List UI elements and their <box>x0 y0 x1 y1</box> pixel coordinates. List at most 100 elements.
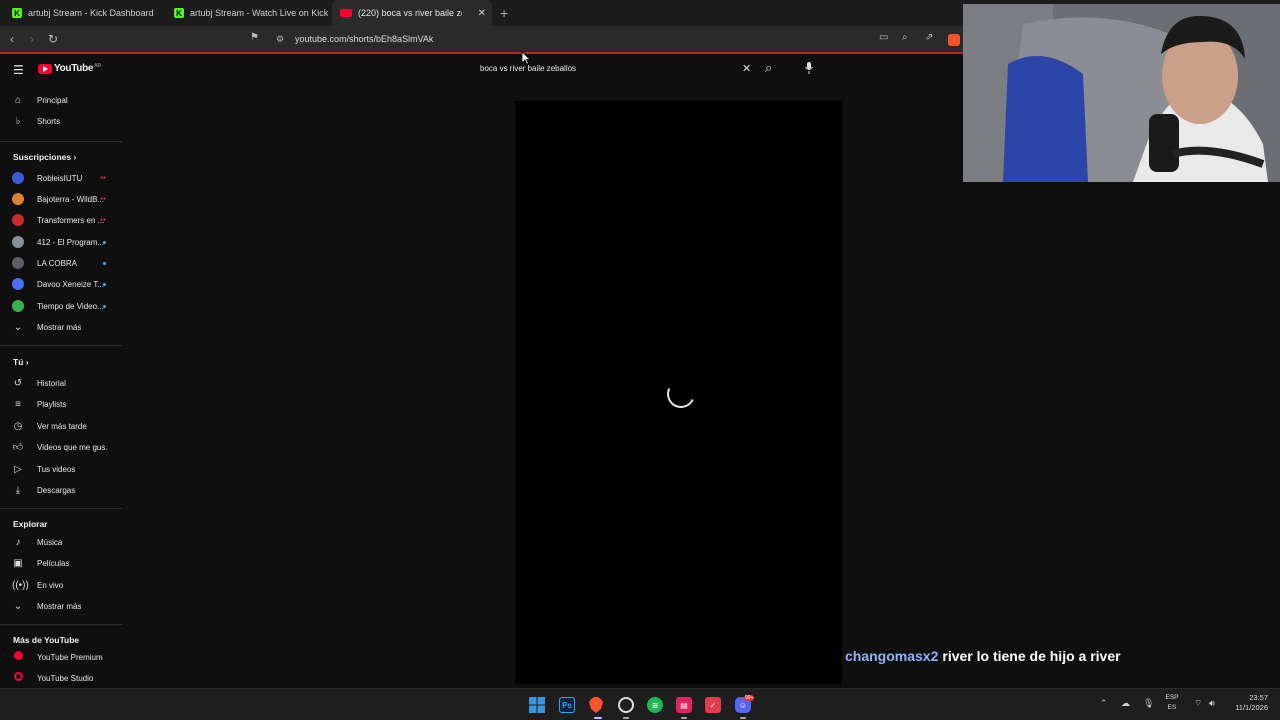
streamer-camera-image <box>963 4 1280 182</box>
subscriptions-header[interactable]: Suscripciones › <box>13 152 76 162</box>
divider <box>0 141 122 142</box>
chat-username: changomasx2 <box>845 648 939 664</box>
taskbar: Ps ≋ ▤ ✓ ☺ 99+ <box>0 688 1280 720</box>
wifi-icon[interactable]: ⌔ <box>1194 698 1202 709</box>
sidebar-item-subscription[interactable]: Bajoterra - WildB... ●● <box>0 189 122 209</box>
tab-kick-watch[interactable]: K artubj Stream - Watch Live on Kick <box>168 0 328 26</box>
live-icon: ●● <box>100 175 107 181</box>
sidebar-item-principal[interactable]: ⌂ Principal <box>0 90 122 110</box>
sidebar-item-subscription[interactable]: Davoo Xeneize T... <box>0 274 122 294</box>
download-icon: ⤓ <box>15 484 21 496</box>
shorts-icon: ♭ <box>15 115 21 127</box>
search-input[interactable]: boca vs river baile zeballos <box>480 64 576 73</box>
active-app-indicator <box>594 717 602 719</box>
brave-shield-icon[interactable] <box>948 34 960 46</box>
tab-youtube[interactable]: (220) boca vs river baile zeba ✕ <box>332 0 492 26</box>
music-icon: ♪ <box>15 536 21 548</box>
show-more-button[interactable]: ⌄ Mostrar más <box>0 596 122 616</box>
chevron-down-icon: ⌄ <box>13 600 23 612</box>
you-header[interactable]: Tú › <box>13 357 29 367</box>
chat-message: river lo tiene de hijo a river <box>942 648 1121 664</box>
app-indicator <box>623 717 629 719</box>
avatar <box>12 300 24 312</box>
avatar <box>12 278 24 290</box>
youtube-icon <box>340 9 352 17</box>
obs-icon[interactable] <box>618 697 634 713</box>
menu-icon[interactable]: ☰ <box>13 63 24 77</box>
notification-badge: 99+ <box>744 695 755 701</box>
sidebar-item-movies[interactable]: ▣ Películas <box>0 553 122 573</box>
clock-icon: ◷ <box>13 420 23 432</box>
microphone-icon[interactable]: 🎙︎ <box>1143 698 1154 709</box>
tab-kick-dashboard[interactable]: K artubj Stream - Kick Dashboard <box>6 0 166 26</box>
close-tab-icon[interactable]: ✕ <box>478 8 486 19</box>
sidebar-item-live[interactable]: ((•)) En vivo <box>0 575 122 595</box>
back-icon[interactable]: ‹ <box>10 32 14 46</box>
chevron-down-icon: ⌄ <box>13 321 23 333</box>
explore-header: Explorar <box>13 519 48 529</box>
zoom-icon[interactable]: ⌕ <box>902 32 914 44</box>
network-icon[interactable]: ☁ <box>1121 698 1130 709</box>
search-icon[interactable]: ⌕ <box>765 60 772 76</box>
app-indicator <box>681 717 687 719</box>
cast-icon[interactable]: ▭ <box>879 32 891 44</box>
sidebar-item-your-videos[interactable]: ▷ Tus videos <box>0 459 122 479</box>
sidebar-item-historial[interactable]: ↺ Historial <box>0 373 122 393</box>
address-bar[interactable]: youtube.com/shorts/bEh8aSlmVAk <box>295 34 433 44</box>
reload-icon[interactable]: ↻ <box>48 32 58 46</box>
new-content-dot <box>103 240 106 244</box>
sidebar-item-downloads[interactable]: ⤓ Descargas <box>0 480 122 500</box>
sidebar-item-playlists[interactable]: ≡ Playlists <box>0 394 122 414</box>
sidebar-item-subscription[interactable]: LA COBRA <box>0 253 122 273</box>
youtube-premium-icon <box>12 651 24 663</box>
sidebar-item-watch-later[interactable]: ◷ Ver más tarde <box>0 416 122 436</box>
sidebar-item-shorts[interactable]: ♭ Shorts <box>0 111 122 131</box>
app-indicator <box>740 717 746 719</box>
kick-icon: K <box>12 8 22 18</box>
live-icon: ●● <box>100 196 107 202</box>
webcam-overlay <box>963 4 1280 182</box>
brave-browser-icon[interactable] <box>588 697 604 713</box>
mouse-cursor-icon <box>521 51 531 65</box>
sidebar-item-subscription[interactable]: RobleisIUTU ●● <box>0 168 122 188</box>
tab-title: artubj Stream - Watch Live on Kick <box>190 8 328 18</box>
microphone-icon[interactable] <box>803 61 815 75</box>
app-icon[interactable]: ✓ <box>705 697 721 713</box>
sidebar-item-music[interactable]: ♪ Música <box>0 532 122 552</box>
volume-icon[interactable]: 🔊︎ <box>1209 698 1215 709</box>
share-icon[interactable]: ⇗ <box>925 32 937 44</box>
sidebar-item-liked-videos[interactable]: 👍︎ Videos que me gus... <box>0 437 122 457</box>
avatar <box>12 257 24 269</box>
kick-icon: K <box>174 8 184 18</box>
more-from-youtube-header: Más de YouTube <box>13 635 80 645</box>
youtube-logo[interactable]: YouTube AR <box>38 63 101 74</box>
live-icon: ((•)) <box>12 579 29 591</box>
sidebar-item-subscription[interactable]: Transformers en ... ●● <box>0 210 122 230</box>
new-tab-icon[interactable]: + <box>500 5 508 21</box>
sidebar-item-youtube-premium[interactable]: YouTube Premium <box>0 647 122 667</box>
avatar <box>12 172 24 184</box>
like-icon: 👍︎ <box>12 442 24 453</box>
sidebar-item-youtube-studio[interactable]: YouTube Studio <box>0 668 122 688</box>
chevron-up-icon[interactable]: ⌃ <box>1100 698 1108 709</box>
clear-search-icon[interactable]: ✕ <box>742 62 751 75</box>
system-clock[interactable]: 23:57 11/1/2026 <box>1228 693 1268 713</box>
spotify-icon[interactable]: ≋ <box>647 697 663 713</box>
show-more-button[interactable]: ⌄ Mostrar más <box>0 317 122 337</box>
movies-icon: ▣ <box>13 557 23 569</box>
home-icon: ⌂ <box>14 94 22 106</box>
site-info-icon[interactable]: ⚙ <box>276 34 284 45</box>
forward-icon[interactable]: › <box>30 32 34 46</box>
new-content-dot <box>103 261 106 265</box>
photoshop-icon[interactable]: Ps <box>559 697 575 713</box>
avatar <box>12 236 24 248</box>
live-icon: ●● <box>100 217 107 223</box>
app-icon[interactable]: ▤ <box>676 697 692 713</box>
bookmark-icon[interactable]: ⚑ <box>250 32 259 43</box>
divider <box>0 345 122 346</box>
sidebar-item-subscription[interactable]: 412 - El Program... <box>0 232 122 252</box>
sidebar-item-subscription[interactable]: Tiempo de Video... <box>0 296 122 316</box>
language-indicator[interactable]: ESP ES <box>1164 693 1180 713</box>
divider <box>0 508 122 509</box>
windows-start-icon[interactable] <box>529 697 545 713</box>
